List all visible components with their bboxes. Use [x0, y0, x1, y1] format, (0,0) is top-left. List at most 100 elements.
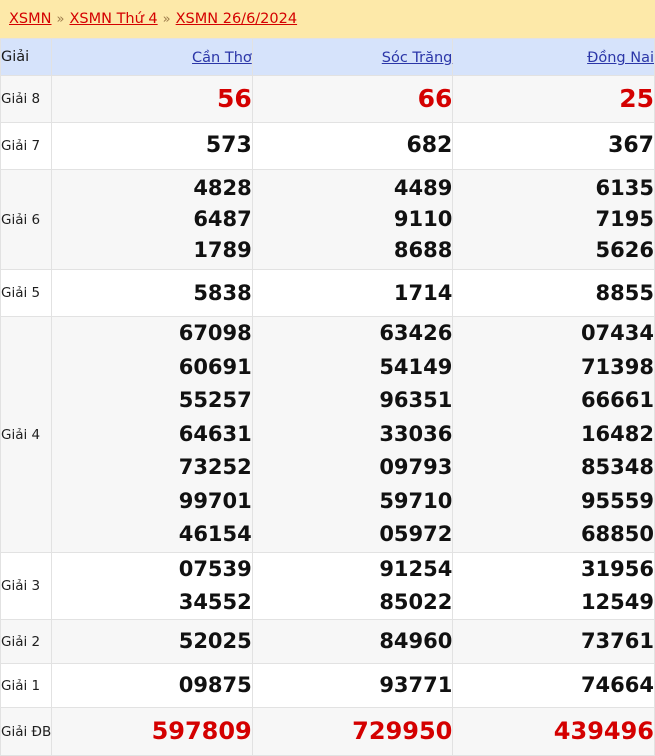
province-link-soc-trang[interactable]: Sóc Trăng	[382, 50, 453, 66]
result-number: 73761	[580, 629, 654, 653]
result-number: 56	[216, 84, 252, 113]
prize-label-giai-5: Giải 5	[0, 269, 53, 317]
breadcrumb-item-weekday[interactable]: XSMN Thứ 4	[69, 11, 157, 27]
result-number: 96351	[379, 388, 453, 413]
result-number: 34552	[178, 590, 252, 614]
province-link-can-tho[interactable]: Cần Thơ	[192, 50, 252, 66]
result-cell-giai-4-col3: 07434 71398 66661 16482 85348 95559 68850	[452, 316, 655, 553]
header-province-3: Đồng Nai	[452, 38, 655, 76]
result-number: 07539	[178, 557, 252, 581]
result-number: 682	[406, 133, 453, 158]
header-row: Giải Cần Thơ Sóc Trăng Đồng Nai	[0, 38, 655, 76]
result-number: 07434	[580, 321, 654, 346]
prize-label-giai-7: Giải 7	[0, 122, 53, 170]
prize-label-giai-4: Giải 4	[0, 316, 53, 553]
result-cell-giai-1-col1: 09875	[51, 663, 253, 708]
result-number: 8688	[393, 238, 453, 262]
result-number: 67098	[178, 321, 252, 346]
result-number: 85022	[379, 590, 453, 614]
result-number: 52025	[178, 629, 252, 653]
result-number: 55257	[178, 388, 252, 413]
result-cell-giai-3-col3: 31956 12549	[452, 552, 655, 620]
result-number: 09875	[178, 673, 252, 697]
result-cell-giai-7-col1: 573	[51, 122, 253, 170]
breadcrumb: XSMN » XSMN Thứ 4 » XSMN 26/6/2024	[0, 0, 655, 38]
result-number: 729950	[352, 717, 453, 745]
header-province-2: Sóc Trăng	[251, 38, 454, 76]
table-row-giai-1: Giải 1 09875 93771 74664	[0, 663, 655, 708]
header-prize-label: Giải	[0, 38, 53, 76]
result-cell-giai-db-col2: 729950	[251, 707, 454, 756]
result-cell-giai-6-col3: 6135 7195 5626	[452, 169, 655, 270]
table-row-giai-3: Giải 3 07539 34552 91254 85022 31956 12549	[0, 552, 655, 620]
result-cell-giai-3-col2: 91254 85022	[251, 552, 454, 620]
result-number: 367	[608, 133, 654, 158]
result-number: 64631	[178, 421, 252, 446]
result-number: 12549	[580, 590, 654, 614]
result-number: 1714	[393, 281, 453, 305]
result-cell-giai-db-col3: 439496	[452, 707, 655, 756]
breadcrumb-item-xsmn[interactable]: XSMN	[9, 11, 52, 27]
result-number: 573	[205, 133, 252, 158]
result-cell-giai-3-col1: 07539 34552	[51, 552, 253, 620]
result-cell-giai-2-col1: 52025	[51, 619, 253, 664]
result-number: 9110	[393, 207, 453, 231]
result-cell-giai-1-col3: 74664	[452, 663, 655, 708]
result-number: 09793	[379, 455, 453, 480]
result-number: 59710	[379, 488, 453, 513]
result-number: 68850	[580, 522, 654, 547]
table-row-giai-2: Giải 2 52025 84960 73761	[0, 619, 655, 664]
result-number: 5626	[595, 238, 654, 262]
result-number: 63426	[379, 321, 453, 346]
result-number: 93771	[379, 673, 453, 697]
result-number: 05972	[379, 522, 453, 547]
result-cell-giai-8-col3: 25	[452, 75, 655, 123]
result-cell-giai-5-col3: 8855	[452, 269, 655, 317]
result-cell-giai-1-col2: 93771	[251, 663, 454, 708]
result-number: 54149	[379, 354, 453, 379]
result-number: 66	[417, 84, 453, 113]
result-cell-giai-2-col2: 84960	[251, 619, 454, 664]
result-number: 25	[619, 84, 654, 113]
result-number: 46154	[178, 522, 252, 547]
header-province-1: Cần Thơ	[51, 38, 253, 76]
result-number: 99701	[178, 488, 252, 513]
prize-label-giai-db: Giải ĐB	[0, 707, 53, 756]
result-cell-giai-7-col3: 367	[452, 122, 655, 170]
result-number: 73252	[178, 455, 252, 480]
result-number: 5838	[193, 281, 252, 305]
prize-label-giai-8: Giải 8	[0, 75, 53, 123]
result-number: 16482	[580, 421, 654, 446]
lottery-results-table: Giải Cần Thơ Sóc Trăng Đồng Nai Giải 8 56…	[0, 38, 655, 756]
result-number: 71398	[580, 354, 654, 379]
prize-label-giai-2: Giải 2	[0, 619, 53, 664]
result-number: 84960	[379, 629, 453, 653]
result-cell-giai-6-col1: 4828 6487 1789	[51, 169, 253, 270]
breadcrumb-separator: »	[162, 11, 171, 27]
breadcrumb-item-date[interactable]: XSMN 26/6/2024	[176, 11, 297, 27]
result-number: 7195	[595, 207, 654, 231]
result-number: 1789	[193, 238, 252, 262]
result-number: 74664	[580, 673, 654, 697]
prize-label-giai-1: Giải 1	[0, 663, 53, 708]
result-cell-giai-2-col3: 73761	[452, 619, 655, 664]
result-number: 4828	[193, 176, 252, 200]
table-row-giai-db: Giải ĐB 597809 729950 439496	[0, 707, 655, 756]
prize-label-giai-6: Giải 6	[0, 169, 53, 270]
result-cell-giai-4-col2: 63426 54149 96351 33036 09793 59710 05972	[251, 316, 454, 553]
prize-label-giai-3: Giải 3	[0, 552, 53, 620]
result-cell-giai-7-col2: 682	[251, 122, 454, 170]
result-number: 31956	[580, 557, 654, 581]
result-number: 91254	[379, 557, 453, 581]
table-row-giai-6: Giải 6 4828 6487 1789 4489 9110 8688 6135 7195 56…	[0, 169, 655, 270]
result-number: 8855	[595, 281, 654, 305]
result-cell-giai-5-col2: 1714	[251, 269, 454, 317]
result-number: 6135	[595, 176, 654, 200]
result-number: 6487	[193, 207, 252, 231]
table-row-giai-4: Giải 4 67098 60691 55257 64631 73252 99701 4615…	[0, 316, 655, 553]
table-row-giai-5: Giải 5 5838 1714 8855	[0, 269, 655, 317]
result-number: 33036	[379, 421, 453, 446]
result-cell-giai-8-col1: 56	[51, 75, 253, 123]
province-link-dong-nai[interactable]: Đồng Nai	[587, 50, 654, 66]
breadcrumb-separator: »	[56, 11, 65, 27]
